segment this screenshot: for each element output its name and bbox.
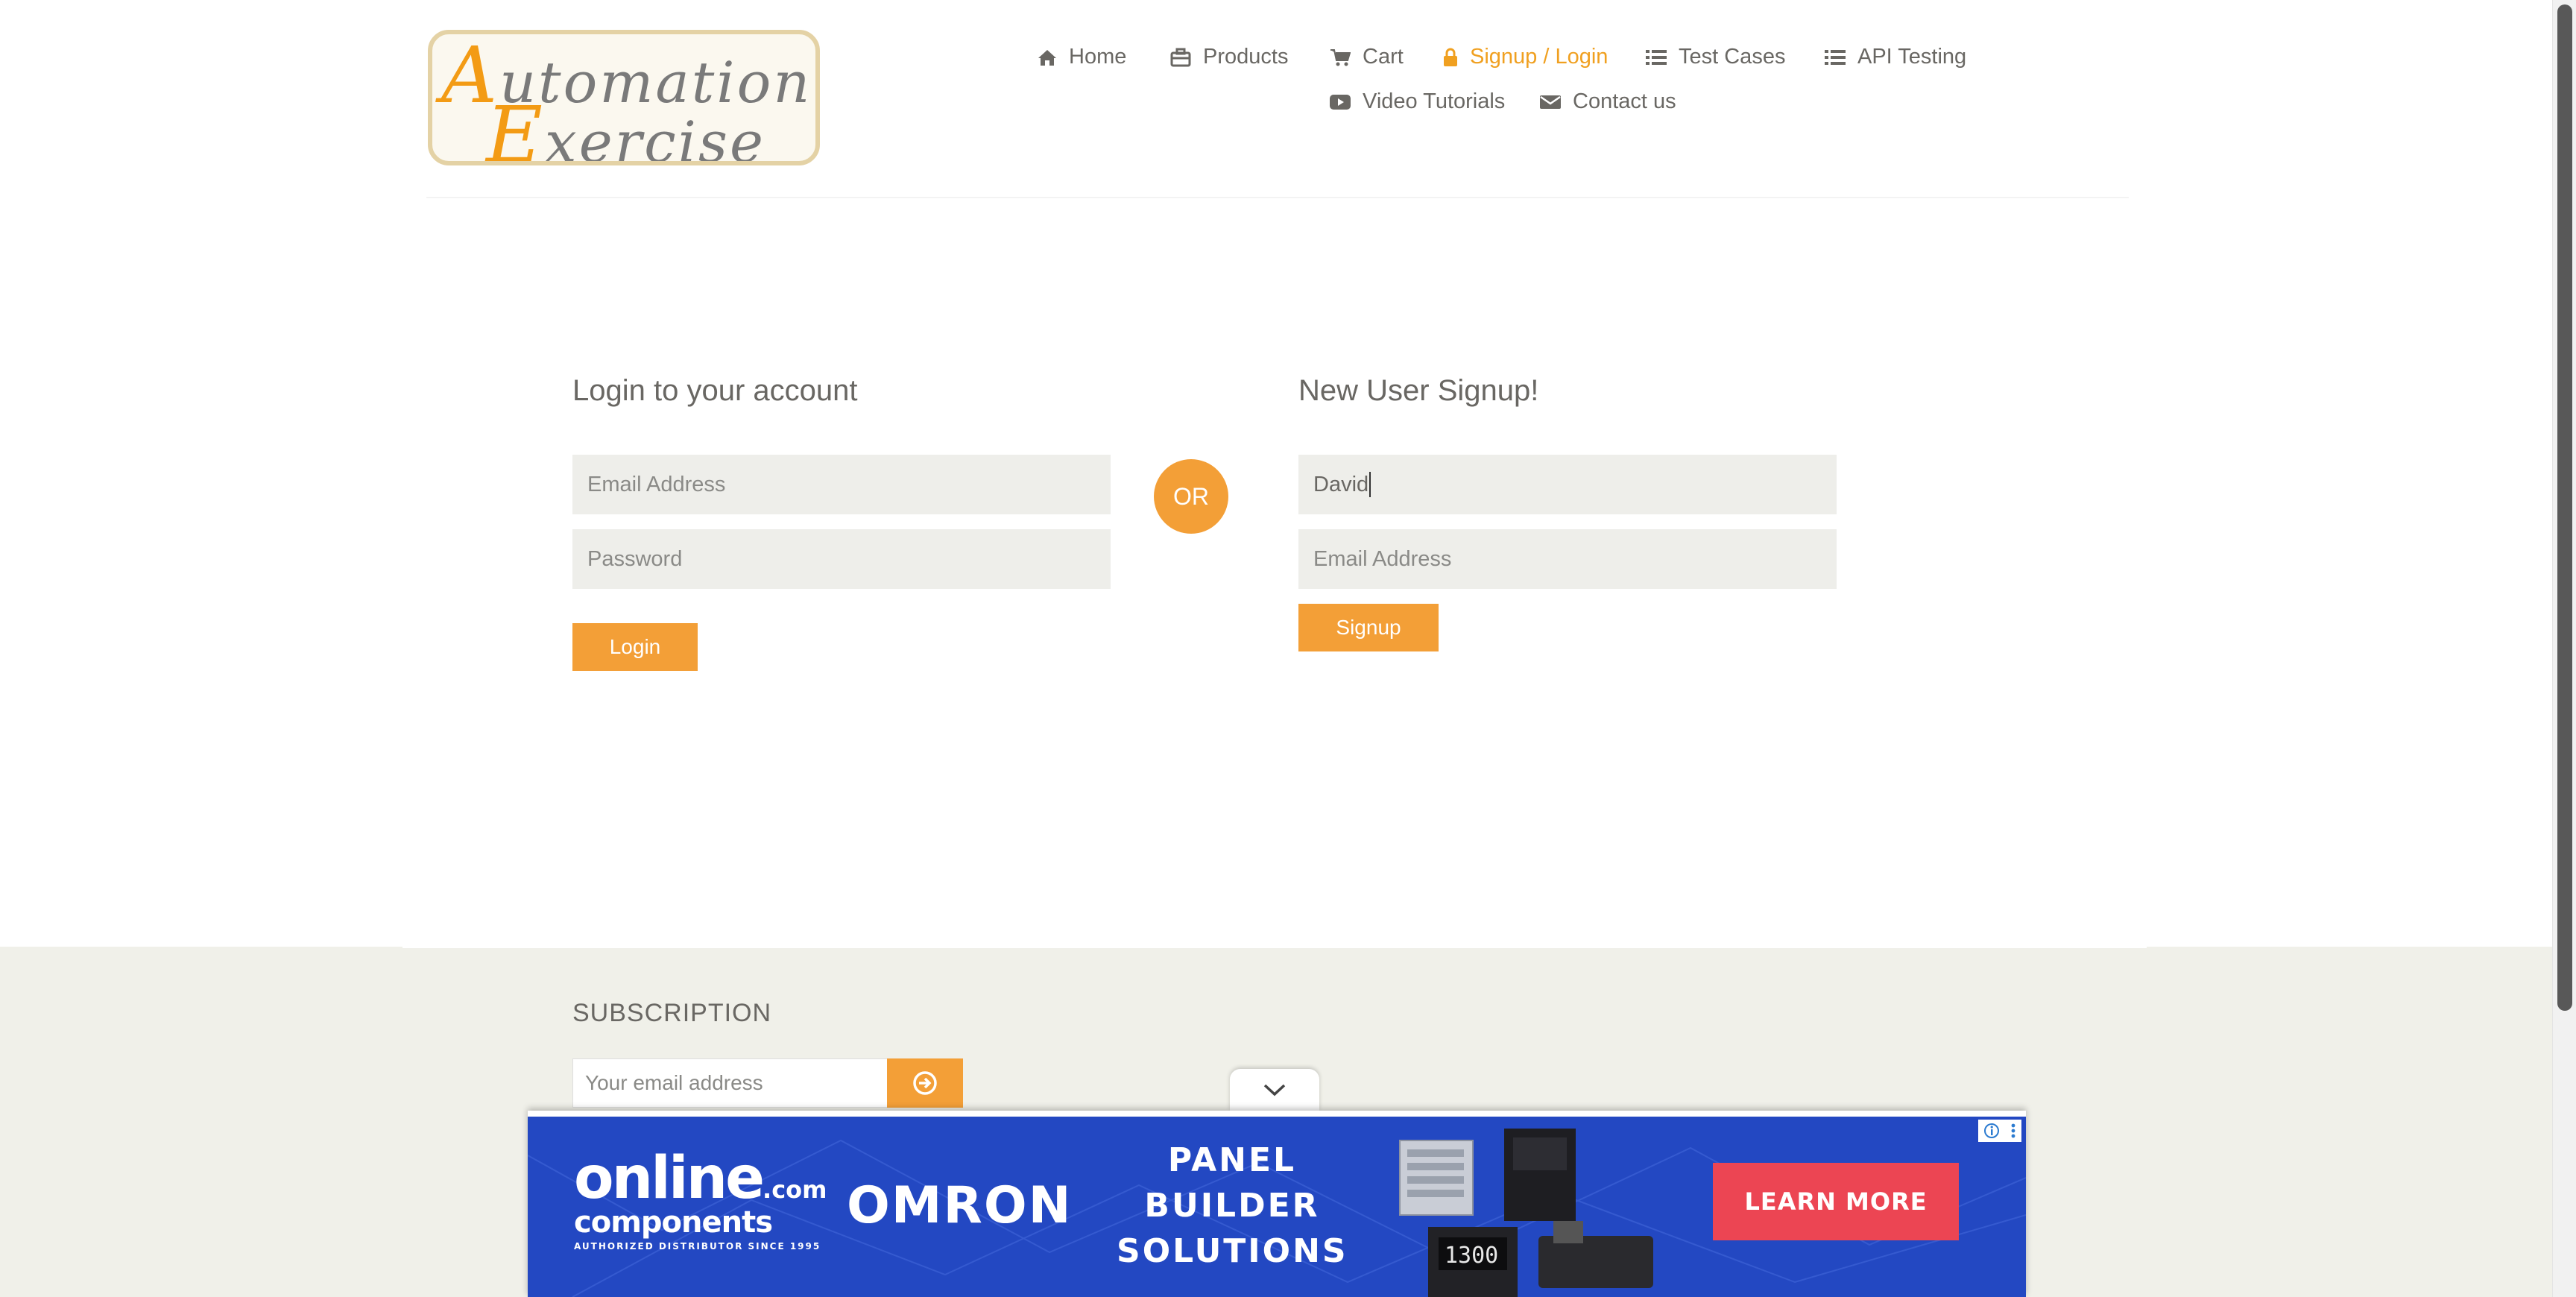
arrow-circle-right-icon (913, 1071, 937, 1095)
scrollbar-thumb[interactable] (2557, 4, 2572, 1011)
home-icon (1038, 49, 1056, 66)
site-logo[interactable]: Automation Exercise (428, 30, 820, 165)
nav-contact-us-label: Contact us (1573, 89, 1676, 113)
briefcase-icon (1170, 48, 1191, 66)
nav-video-tutorials[interactable]: Video Tutorials (1330, 89, 1505, 114)
signup-title: New User Signup! (1298, 374, 1539, 407)
nav-api-testing-label: API Testing (1857, 45, 1967, 69)
nav-api-testing[interactable]: API Testing (1825, 45, 1966, 69)
nav-products-label: Products (1203, 45, 1289, 69)
ad-headline: PANEL BUILDER SOLUTIONS (1117, 1137, 1348, 1274)
login-password-input[interactable]: Password (572, 529, 1111, 589)
nav-home[interactable]: Home (1038, 45, 1126, 69)
chevron-down-icon (1263, 1084, 1286, 1096)
text-caret (1369, 472, 1371, 497)
youtube-play-icon (1330, 94, 1351, 110)
ad-partner-logo: OMRON (847, 1176, 1073, 1235)
subscribe-button[interactable] (887, 1058, 963, 1108)
ad-collapse-toggle[interactable] (1230, 1069, 1319, 1111)
header-divider (426, 197, 2129, 198)
nav-cart-label: Cart (1363, 45, 1404, 69)
nav-contact-us[interactable]: Contact us (1540, 89, 1676, 114)
ad-brand-logo: online.com components AUTHORIZED DISTRIB… (574, 1149, 827, 1251)
subscription-title: SUBSCRIPTION (572, 999, 772, 1027)
signup-email-placeholder: Email Address (1313, 546, 1452, 571)
ad-banner[interactable]: online.com components AUTHORIZED DISTRIB… (528, 1111, 2026, 1297)
nav-test-cases-label: Test Cases (1679, 45, 1786, 69)
ad-headline-line2: BUILDER (1144, 1187, 1320, 1225)
envelope-icon (1540, 95, 1561, 109)
signup-name-value: David (1313, 472, 1369, 496)
login-title: Login to your account (572, 374, 858, 407)
more-options-icon[interactable] (2010, 1123, 2016, 1139)
login-email-placeholder: Email Address (587, 472, 726, 496)
cart-icon (1330, 48, 1351, 66)
page-scrollbar[interactable] (2552, 0, 2576, 1297)
nav-home-label: Home (1069, 45, 1127, 69)
nav-video-tutorials-label: Video Tutorials (1363, 89, 1506, 113)
list-icon (1646, 49, 1667, 65)
login-password-placeholder: Password (587, 546, 683, 571)
ad-headline-line3: SOLUTIONS (1117, 1232, 1348, 1270)
ad-product-image: 1300 (1399, 1129, 1653, 1297)
nav-signup-login[interactable]: Signup / Login (1443, 45, 1608, 69)
or-separator: OR (1154, 459, 1228, 534)
ad-learn-more-button[interactable]: LEARN MORE (1713, 1163, 1959, 1240)
logo-initial-e: E (486, 89, 545, 165)
ad-brand-line1: online (574, 1145, 765, 1212)
login-email-input[interactable]: Email Address (572, 455, 1111, 514)
nav-signup-login-label: Signup / Login (1470, 45, 1609, 69)
nav-products[interactable]: Products (1170, 45, 1288, 69)
ad-choices[interactable] (1978, 1120, 2021, 1142)
signup-email-input[interactable]: Email Address (1298, 529, 1837, 589)
subscription-email-placeholder: Your email address (585, 1071, 763, 1094)
subscription-email-input[interactable]: Your email address (572, 1058, 888, 1108)
ad-brand-tagline: AUTHORIZED DISTRIBUTOR SINCE 1995 (574, 1241, 821, 1252)
ad-brand-suffix: .com (763, 1175, 827, 1204)
lock-icon (1444, 48, 1457, 66)
list-icon (1825, 49, 1846, 65)
signup-button[interactable]: Signup (1298, 604, 1439, 651)
ad-device-readout: 1300 (1445, 1243, 1498, 1269)
footer-divider (402, 947, 2147, 948)
info-icon[interactable] (1983, 1123, 2000, 1139)
ad-brand-line2: components (574, 1205, 773, 1240)
nav-test-cases[interactable]: Test Cases (1646, 45, 1785, 69)
login-button[interactable]: Login (572, 623, 698, 671)
logo-word-exercise: xercise (544, 109, 765, 165)
signup-name-input[interactable]: David (1298, 455, 1837, 514)
nav-cart[interactable]: Cart (1330, 45, 1404, 69)
ad-headline-line1: PANEL (1167, 1141, 1297, 1179)
